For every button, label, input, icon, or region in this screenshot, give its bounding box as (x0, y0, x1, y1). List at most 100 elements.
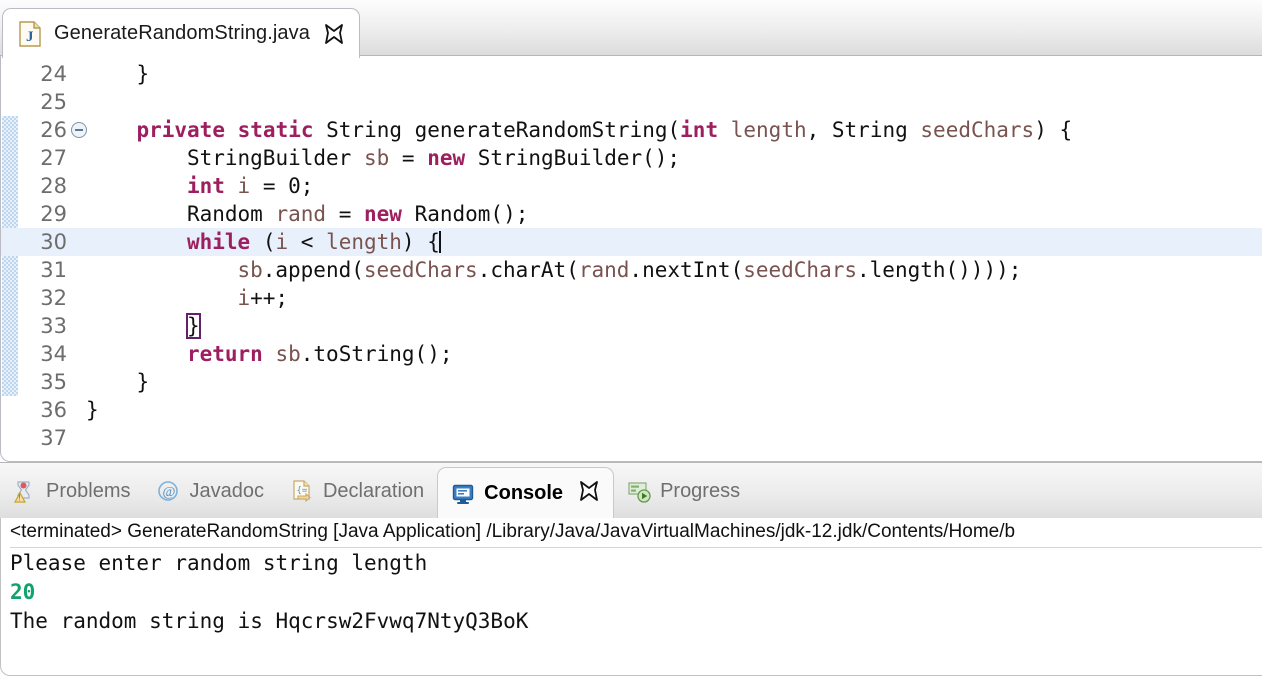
code-token: length (731, 118, 807, 142)
code-token: ++; (250, 286, 288, 310)
view-tab-javadoc[interactable]: @ Javadoc (143, 463, 277, 519)
code-token: static (238, 118, 314, 142)
code-line[interactable]: 29 Random rand = new Random(); (1, 200, 1262, 228)
code-token: rand (275, 202, 326, 226)
code-token: length (326, 230, 402, 254)
code-token: seedChars (743, 258, 857, 282)
line-number: 31 (23, 256, 67, 284)
code-token: StringBuilder (187, 146, 364, 170)
bottom-view-part: ! Problems @ Javadoc {= Declaration Cons… (0, 462, 1262, 676)
code-line[interactable]: 31sb.append(seedChars.charAt(rand.nextIn… (1, 256, 1262, 284)
code-token: sb (364, 146, 389, 170)
code-token: ( (250, 230, 275, 254)
console-monitor-icon (451, 482, 475, 506)
view-tab-label: Console (484, 482, 563, 505)
code-token: } (187, 314, 200, 338)
console-output-line: Please enter random string length (10, 551, 427, 575)
code-token: rand (579, 258, 630, 282)
code-token: sb (275, 342, 300, 366)
code-token: = 0; (250, 174, 313, 198)
code-lines[interactable]: 24}2526private static String generateRan… (1, 56, 1262, 461)
code-line[interactable]: 27 StringBuilder sb = new StringBuilder()… (1, 144, 1262, 172)
code-token (225, 118, 238, 142)
line-number: 24 (23, 60, 67, 88)
javadoc-at-icon: @ (156, 479, 180, 503)
line-number: 25 (23, 88, 67, 116)
problems-icon: ! (13, 479, 37, 503)
code-line[interactable]: 35} (1, 368, 1262, 396)
code-text: Random rand = new Random(); (187, 200, 528, 228)
editor-part: J GenerateRandomString.java 24}2526priva… (0, 0, 1262, 462)
code-token: .nextInt( (629, 258, 743, 282)
code-token: new (427, 146, 465, 170)
code-token: new (364, 202, 402, 226)
editor-tab-generaterandomstring[interactable]: J GenerateRandomString.java (2, 8, 360, 58)
eclipse-ide-window: J GenerateRandomString.java 24}2526priva… (0, 0, 1262, 676)
svg-text:@: @ (163, 485, 176, 500)
editor-tab-label: GenerateRandomString.java (54, 22, 310, 45)
code-line[interactable]: 24} (1, 60, 1262, 88)
code-token (718, 118, 731, 142)
code-token: String generateRandomString( (314, 118, 681, 142)
line-number: 30 (23, 228, 67, 256)
view-tab-label: Problems (46, 480, 130, 503)
code-token: = (326, 202, 364, 226)
code-token: return (187, 342, 263, 366)
view-tab-problems[interactable]: ! Problems (0, 463, 143, 519)
view-tab-label: Progress (660, 480, 740, 503)
code-token: .length()))); (857, 258, 1021, 282)
console-output-area[interactable]: <terminated> GenerateRandomString [Java … (0, 518, 1262, 676)
code-token: i (237, 286, 250, 310)
code-text: int i = 0; (187, 172, 313, 200)
view-tab-console[interactable]: Console (437, 467, 614, 519)
code-token: Random (187, 202, 276, 226)
code-line[interactable]: 28int i = 0; (1, 172, 1262, 200)
code-line[interactable]: 33} (1, 312, 1262, 340)
fold-collapse-icon[interactable] (71, 122, 87, 138)
code-editor-canvas[interactable]: 24}2526private static String generateRan… (0, 56, 1262, 462)
view-tab-list: ! Problems @ Javadoc {= Declaration Cons… (0, 463, 753, 519)
line-number: 27 (23, 144, 67, 172)
code-token: .charAt( (478, 258, 579, 282)
code-text: private static String generateRandomStri… (136, 116, 1072, 144)
code-token: Random(); (402, 202, 528, 226)
code-line[interactable]: 34return sb.toString(); (1, 340, 1262, 368)
code-token: while (187, 230, 250, 254)
code-line[interactable]: 36} (1, 396, 1262, 424)
line-number: 34 (23, 340, 67, 368)
code-token: i (275, 230, 288, 254)
progress-icon (627, 479, 651, 503)
svg-text:!: ! (18, 494, 20, 503)
code-line[interactable]: 32i++; (1, 284, 1262, 312)
code-token (225, 174, 238, 198)
view-tab-bar: ! Problems @ Javadoc {= Declaration Cons… (0, 462, 1262, 518)
line-number: 36 (23, 396, 67, 424)
line-number: 29 (23, 200, 67, 228)
code-line[interactable]: 30 while (i < length) { (1, 228, 1262, 256)
code-text: } (86, 396, 99, 424)
code-token: seedChars (920, 118, 1034, 142)
code-text: while (i < length) { (187, 228, 441, 256)
java-file-icon: J (19, 21, 41, 47)
close-icon[interactable] (323, 23, 345, 45)
view-tab-label: Javadoc (189, 480, 264, 503)
view-tab-declaration[interactable]: {= Declaration (277, 463, 437, 519)
code-token: int (187, 174, 225, 198)
code-token: .append( (263, 258, 364, 282)
editor-tab-bar: J GenerateRandomString.java (0, 0, 1262, 56)
code-text: sb.append(seedChars.charAt(rand.nextInt(… (237, 256, 1021, 284)
code-token: } (136, 370, 149, 394)
code-line[interactable]: 25 (1, 88, 1262, 116)
code-line[interactable]: 37 (1, 424, 1262, 452)
code-token: ) { (402, 230, 440, 254)
code-text: i++; (237, 284, 288, 312)
console-output-line: 20 (10, 580, 35, 604)
close-icon[interactable] (578, 480, 600, 508)
code-text: } (187, 312, 200, 340)
code-line[interactable]: 26private static String generateRandomSt… (1, 116, 1262, 144)
view-tab-progress[interactable]: Progress (614, 463, 753, 519)
code-token: = (389, 146, 427, 170)
code-token: , String (807, 118, 921, 142)
code-token: private (136, 118, 225, 142)
code-text: StringBuilder sb = new StringBuilder(); (187, 144, 680, 172)
